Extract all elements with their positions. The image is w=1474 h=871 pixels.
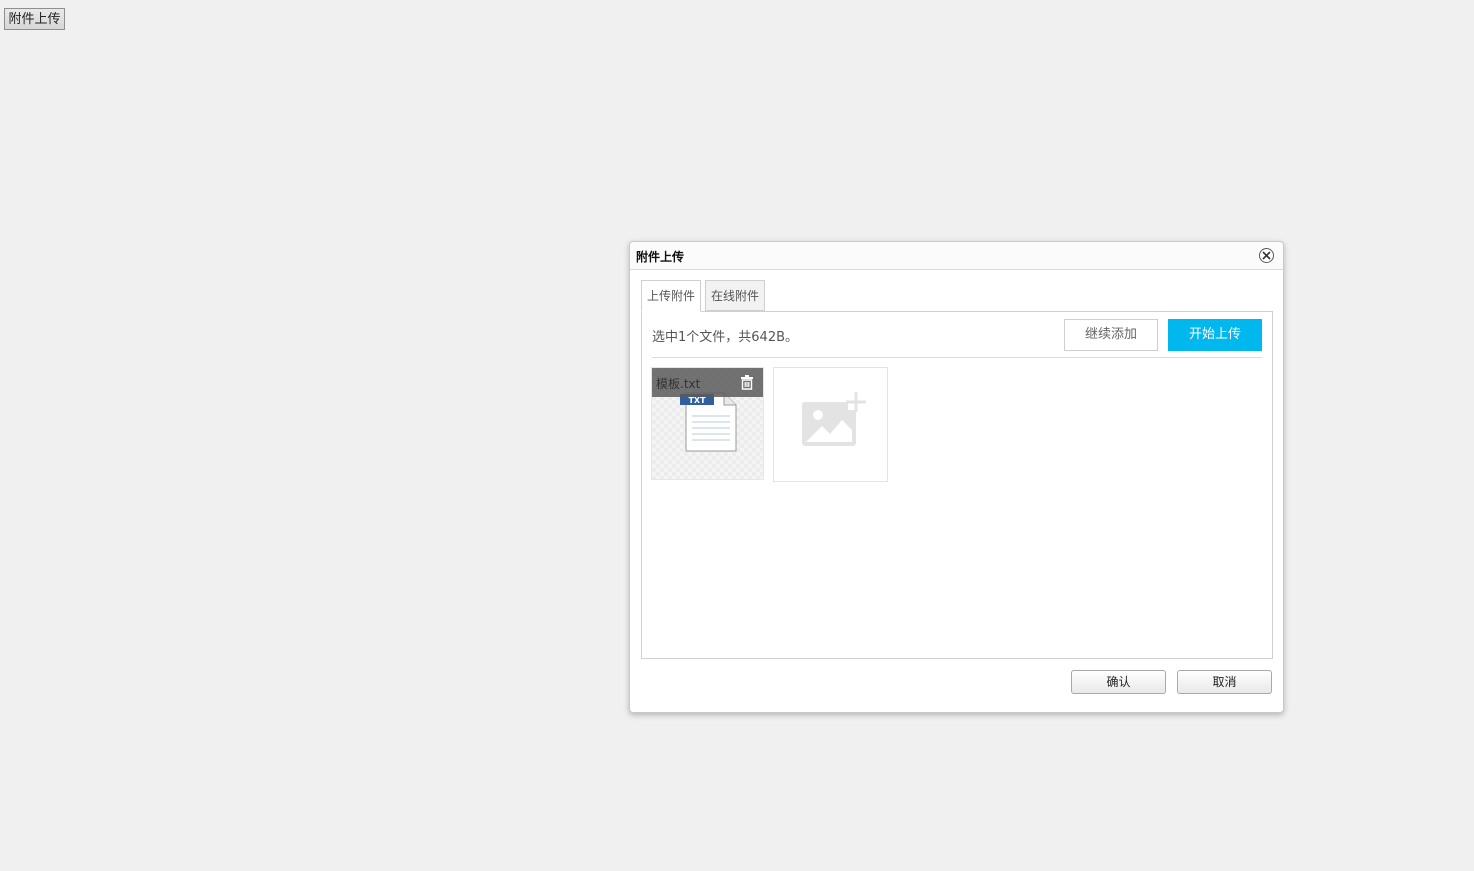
add-more-button[interactable]: 继续添加 xyxy=(1064,319,1158,351)
add-file-placeholder[interactable] xyxy=(773,367,888,482)
delete-file-button[interactable] xyxy=(739,374,755,390)
cancel-button[interactable]: 取消 xyxy=(1177,670,1272,694)
tab-upload-attachment[interactable]: 上传附件 xyxy=(641,280,701,312)
close-icon xyxy=(1262,251,1271,260)
attachment-upload-dialog: 附件上传 上传附件 在线附件 选中1个文件，共642B。 继续添加 开始上传 T… xyxy=(629,241,1284,713)
divider xyxy=(652,357,1262,358)
file-name: 模板.txt xyxy=(656,377,701,391)
dialog-header: 附件上传 xyxy=(630,242,1283,270)
file-item[interactable]: TXT 模板.txt xyxy=(651,367,764,480)
dialog-title: 附件上传 xyxy=(636,250,685,264)
add-image-icon xyxy=(802,392,866,446)
confirm-button[interactable]: 确认 xyxy=(1071,670,1166,694)
txt-file-icon: TXT xyxy=(680,392,737,452)
file-type-badge: TXT xyxy=(688,396,706,405)
file-info-bar: 模板.txt xyxy=(652,368,763,397)
attachment-upload-trigger-button[interactable]: 附件上传 xyxy=(4,8,65,30)
selection-status-text: 选中1个文件，共642B。 xyxy=(652,330,799,345)
trash-icon xyxy=(741,375,753,390)
upload-panel: 选中1个文件，共642B。 继续添加 开始上传 TXT 模板.txt xyxy=(641,311,1273,659)
close-button[interactable] xyxy=(1259,248,1274,263)
tab-online-attachment[interactable]: 在线附件 xyxy=(705,280,765,311)
start-upload-button[interactable]: 开始上传 xyxy=(1168,319,1262,351)
